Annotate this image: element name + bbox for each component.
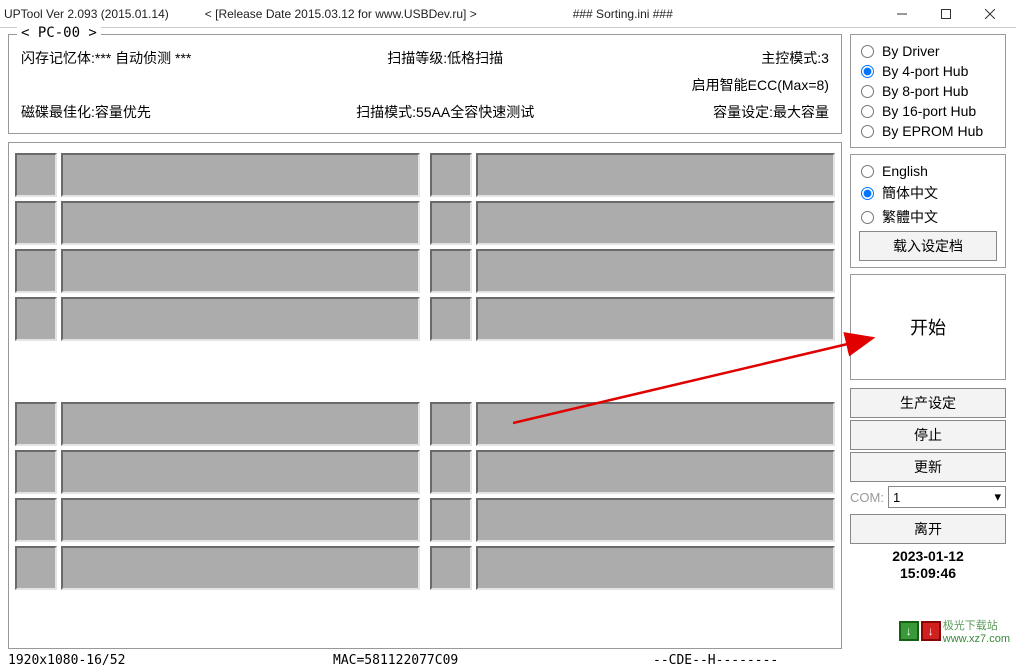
slot-indicator[interactable] (15, 153, 57, 197)
slot-group (430, 402, 835, 639)
status-resolution: 1920x1080-16/52 (8, 653, 333, 668)
minimize-button[interactable] (880, 1, 924, 27)
slot-group (430, 153, 835, 390)
slot-bar[interactable] (476, 201, 835, 245)
slot-group (15, 402, 420, 639)
slot-indicator[interactable] (430, 546, 472, 590)
production-settings-button[interactable]: 生产设定 (850, 388, 1006, 418)
slot-indicator[interactable] (430, 450, 472, 494)
hub-radio-by-4-port-hub[interactable]: By 4-port Hub (859, 61, 997, 81)
slot-bar[interactable] (61, 402, 420, 446)
slot-indicator[interactable] (15, 402, 57, 446)
close-button[interactable] (968, 1, 1012, 27)
slot-group (15, 153, 420, 390)
hub-radio-by-driver[interactable]: By Driver (859, 41, 997, 61)
status-mac: MAC=581122077C09 (333, 653, 653, 668)
slot-bar[interactable] (61, 498, 420, 542)
slot-indicator[interactable] (430, 297, 472, 341)
radio-label: 繁體中文 (882, 207, 938, 227)
slot-indicator[interactable] (430, 498, 472, 542)
date-label: 2023-01-12 (850, 548, 1006, 565)
slot-bar[interactable] (476, 153, 835, 197)
maximize-button[interactable] (924, 1, 968, 27)
chevron-down-icon: ▾ (994, 489, 1001, 505)
disk-opt-label: 磁碟最佳化:容量优先 (21, 98, 280, 125)
slot-indicator[interactable] (15, 546, 57, 590)
com-select[interactable]: 1 ▾ (888, 486, 1006, 508)
info-2-1 (21, 72, 280, 99)
radio-label: English (882, 163, 928, 179)
flash-mem-label: 闪存记忆体:*** 自动侦测 *** (21, 45, 280, 72)
watermark: ↓ ↓ 极光下载站 www.xz7.com (899, 617, 1010, 645)
slot-bar[interactable] (476, 297, 835, 341)
refresh-button[interactable]: 更新 (850, 452, 1006, 482)
leave-button[interactable]: 离开 (850, 514, 1006, 544)
capacity-label: 容量设定:最大容量 (611, 98, 829, 125)
watermark-url: www.xz7.com (943, 633, 1010, 645)
start-button[interactable]: 开始 (850, 274, 1006, 380)
slot-bar[interactable] (476, 402, 835, 446)
slot-bar[interactable] (61, 201, 420, 245)
hub-radio-by-16-port-hub[interactable]: By 16-port Hub (859, 101, 997, 121)
info-2-2 (280, 72, 611, 99)
radio-label: By 16-port Hub (882, 103, 976, 119)
release-text: < [Release Date 2015.03.12 for www.USBDe… (205, 7, 477, 21)
sorting-text: ### Sorting.ini ### (573, 7, 673, 21)
scan-mode-label: 扫描模式:55AA全容快速测试 (280, 98, 611, 125)
ctrl-mode-label: 主控模式:3 (611, 45, 829, 72)
slot-indicator[interactable] (430, 249, 472, 293)
pc-info-box: < PC-00 > 闪存记忆体:*** 自动侦测 *** 扫描等级:低格扫描 主… (8, 34, 842, 134)
slot-indicator[interactable] (430, 201, 472, 245)
start-label: 开始 (910, 314, 946, 340)
slot-indicator[interactable] (430, 153, 472, 197)
slot-indicator[interactable] (15, 297, 57, 341)
slot-indicator[interactable] (15, 450, 57, 494)
slot-bar[interactable] (61, 249, 420, 293)
slot-bar[interactable] (61, 546, 420, 590)
hub-radio-by-8-port-hub[interactable]: By 8-port Hub (859, 81, 997, 101)
status-bar: 1920x1080-16/52 MAC=581122077C09 --CDE--… (0, 649, 1016, 671)
scan-level-label: 扫描等级:低格扫描 (280, 45, 611, 72)
slots-area (8, 142, 842, 649)
pc-title: < PC-00 > (17, 25, 101, 41)
download-icon: ↓ (921, 621, 941, 641)
radio-label: 簡体中文 (882, 183, 938, 203)
radio-label: By 4-port Hub (882, 63, 968, 79)
slot-indicator[interactable] (430, 402, 472, 446)
titlebar: UPTool Ver 2.093 (2015.01.14) < [Release… (0, 0, 1016, 28)
lang-radio[interactable]: 簡体中文 (859, 181, 997, 205)
stop-button[interactable]: 停止 (850, 420, 1006, 450)
ecc-label: 启用智能ECC(Max=8) (611, 72, 829, 99)
radio-label: By 8-port Hub (882, 83, 968, 99)
slot-bar[interactable] (61, 297, 420, 341)
slot-bar[interactable] (476, 450, 835, 494)
slot-bar[interactable] (61, 153, 420, 197)
app-title: UPTool Ver 2.093 (2015.01.14) (4, 7, 169, 21)
hub-mode-panel: By Driver By 4-port Hub By 8-port Hub By 16… (850, 34, 1006, 148)
slot-indicator[interactable] (15, 201, 57, 245)
radio-label: By EPROM Hub (882, 123, 983, 139)
slot-indicator[interactable] (15, 249, 57, 293)
watermark-brand: 极光下载站 (943, 617, 1010, 633)
slot-bar[interactable] (476, 498, 835, 542)
com-value: 1 (893, 490, 900, 505)
slot-bar[interactable] (476, 249, 835, 293)
lang-radio[interactable]: 繁體中文 (859, 205, 997, 229)
language-panel: English 簡体中文繁體中文 载入设定档 (850, 154, 1006, 268)
slot-bar[interactable] (476, 546, 835, 590)
load-settings-button[interactable]: 载入设定档 (859, 231, 997, 261)
lang-radio[interactable]: English (859, 161, 997, 181)
status-cde: --CDE--H-------- (653, 653, 1008, 668)
radio-label: By Driver (882, 43, 940, 59)
com-label: COM: (850, 490, 884, 505)
download-icon: ↓ (899, 621, 919, 641)
slot-bar[interactable] (61, 450, 420, 494)
hub-radio-by-eprom-hub[interactable]: By EPROM Hub (859, 121, 997, 141)
slot-indicator[interactable] (15, 498, 57, 542)
time-label: 15:09:46 (850, 565, 1006, 582)
